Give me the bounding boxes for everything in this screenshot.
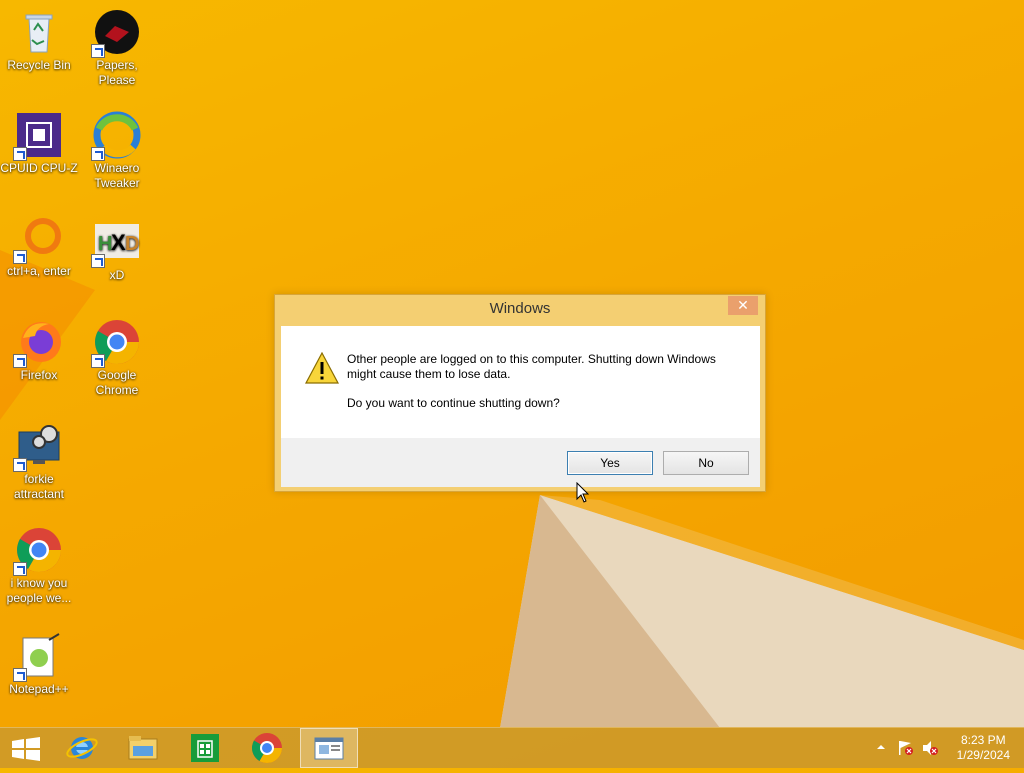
volume-muted-icon[interactable] <box>921 740 939 756</box>
desktop-icon-label: forkie attractant <box>13 472 65 501</box>
svg-text:D: D <box>125 233 139 255</box>
desktop-icon-label: Winaero Tweaker <box>94 161 140 190</box>
desktop-icon-notepad-plus-plus[interactable]: Notepad++ <box>0 632 78 697</box>
taskbar-store[interactable] <box>177 728 233 768</box>
show-hidden-icons-arrow[interactable] <box>876 740 886 754</box>
shortcut-arrow-icon <box>91 254 105 268</box>
clock-time: 8:23 PM <box>960 733 1006 747</box>
desktop-icon-recycle-bin[interactable]: Recycle Bin <box>0 8 78 73</box>
message-line-1: Other people are logged on to this compu… <box>347 352 716 381</box>
taskbar-active-window[interactable] <box>300 728 358 768</box>
chrome-icon <box>251 733 282 764</box>
cpuz-icon <box>13 111 63 161</box>
shortcut-arrow-icon <box>13 250 27 264</box>
shortcut-arrow-icon <box>13 354 27 368</box>
dialog-body: Other people are logged on to this compu… <box>281 326 760 487</box>
windows-logo-icon <box>12 737 40 761</box>
dialog-title: Windows <box>489 300 551 317</box>
shutdown-warning-dialog: Windows ✕ Other people are logged on to … <box>274 294 766 492</box>
orange-ring-icon <box>13 214 63 264</box>
dialog-message: Other people are logged on to this compu… <box>347 352 737 425</box>
store-icon <box>191 734 219 762</box>
mouse-cursor-icon <box>576 482 590 503</box>
desktop-icon-winaero-tweaker[interactable]: Winaero Tweaker <box>78 111 156 191</box>
desktop-icon-xd[interactable]: HXD xD <box>78 218 156 283</box>
taskbar: 8:23 PM 1/29/2024 <box>0 727 1024 768</box>
taskbar-chrome[interactable] <box>239 728 295 768</box>
start-button[interactable] <box>0 728 56 768</box>
desktop-icon-firefox[interactable]: Firefox <box>0 318 78 383</box>
desktop-icon-google-chrome[interactable]: Google Chrome <box>78 318 156 398</box>
desktop-icon-label: ctrl+a, enter <box>7 264 71 278</box>
svg-text:X: X <box>111 230 126 255</box>
taskbar-file-explorer[interactable] <box>115 728 171 768</box>
desktop-icon-cpuz[interactable]: CPUID CPU-Z <box>0 111 78 176</box>
desktop-icon-forkie-attractant[interactable]: forkie attractant <box>0 422 78 502</box>
active-window-icon <box>314 737 344 760</box>
chrome-icon <box>91 318 141 368</box>
desktop-icon-label: Papers, Please <box>96 58 138 87</box>
message-line-2: Do you want to continue shutting down? <box>347 396 560 410</box>
desktop-icon-label: xD <box>109 268 125 282</box>
notepad-plus-plus-icon <box>13 632 63 682</box>
taskbar-internet-explorer[interactable] <box>54 728 110 768</box>
desktop-icon-label: Firefox <box>20 368 58 382</box>
shortcut-arrow-icon <box>13 562 27 576</box>
desktop-icon-label: Recycle Bin <box>7 58 71 72</box>
yes-button[interactable]: Yes <box>567 451 653 475</box>
clock[interactable]: 8:23 PM 1/29/2024 <box>957 733 1010 763</box>
desktop-icon-label: CPUID CPU-Z <box>0 161 78 175</box>
shortcut-arrow-icon <box>13 458 27 472</box>
shortcut-arrow-icon <box>91 147 105 161</box>
clock-date: 1/29/2024 <box>956 748 1010 762</box>
desktop-icon-papers-please[interactable]: Papers, Please <box>78 8 156 88</box>
shortcut-arrow-icon <box>13 147 27 161</box>
shortcut-arrow-icon <box>13 668 27 682</box>
winaero-tweaker-icon <box>91 111 141 161</box>
dialog-footer: Yes No <box>281 438 760 487</box>
desktop-icon-label: Google Chrome <box>95 368 139 397</box>
desktop-icon-i-know-you-people[interactable]: i know you people we... <box>0 526 78 606</box>
no-button[interactable]: No <box>663 451 749 475</box>
file-explorer-icon <box>128 736 158 760</box>
hxd-icon: HXD <box>91 218 141 268</box>
warning-icon <box>305 352 339 384</box>
recycle-bin-icon <box>15 8 63 56</box>
monitor-gear-icon <box>13 422 63 472</box>
dialog-content: Other people are logged on to this compu… <box>281 326 760 438</box>
desktop-icon-label: i know you people we... <box>6 576 72 605</box>
internet-explorer-icon <box>66 737 98 759</box>
close-button[interactable]: ✕ <box>728 296 758 315</box>
shortcut-arrow-icon <box>91 44 105 58</box>
papers-please-icon <box>91 8 141 58</box>
chrome-icon <box>13 526 63 576</box>
shortcut-arrow-icon <box>91 354 105 368</box>
desktop-icon-ctrl-a-enter[interactable]: ctrl+a, enter <box>0 214 78 279</box>
action-center-flag-icon[interactable] <box>897 740 915 756</box>
firefox-icon <box>13 318 63 368</box>
desktop-icon-label: Notepad++ <box>9 682 69 696</box>
